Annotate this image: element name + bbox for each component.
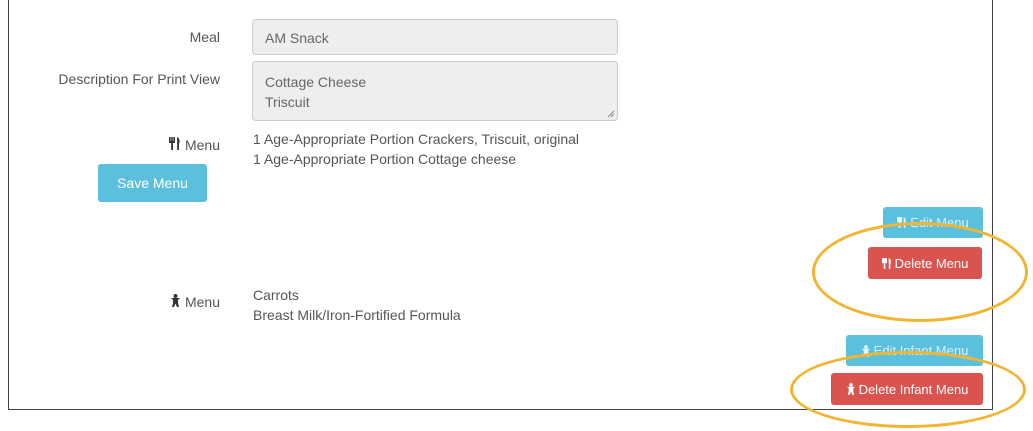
infant-menu-label: Menu: [120, 294, 220, 310]
infant-menu-item: Carrots: [253, 287, 299, 303]
save-menu-button[interactable]: Save Menu: [98, 164, 207, 202]
highlight-delete-menu: [812, 222, 1028, 322]
resize-handle-icon[interactable]: [607, 110, 615, 118]
menu-label-text: Menu: [184, 137, 220, 153]
description-textarea[interactable]: Cottage Cheese Triscuit: [252, 61, 618, 121]
menu-item: 1 Age-Appropriate Portion Cottage cheese: [253, 151, 517, 167]
menu-label: Menu: [120, 137, 220, 153]
meal-input[interactable]: AM Snack: [252, 19, 618, 55]
infant-menu-label-text: Menu: [184, 294, 220, 310]
meal-input-value: AM Snack: [265, 30, 329, 46]
fork-knife-icon: [169, 137, 181, 150]
highlight-delete-infant-menu: [790, 351, 1026, 428]
description-line: Triscuit: [265, 94, 310, 110]
meal-label: Meal: [189, 29, 220, 45]
description-line: Cottage Cheese: [265, 74, 367, 90]
infant-menu-item: Breast Milk/Iron-Fortified Formula: [253, 307, 461, 323]
menu-item: 1 Age-Appropriate Portion Crackers, Tris…: [253, 131, 580, 147]
description-label: Description For Print View: [58, 71, 220, 87]
baby-icon: [170, 294, 181, 307]
